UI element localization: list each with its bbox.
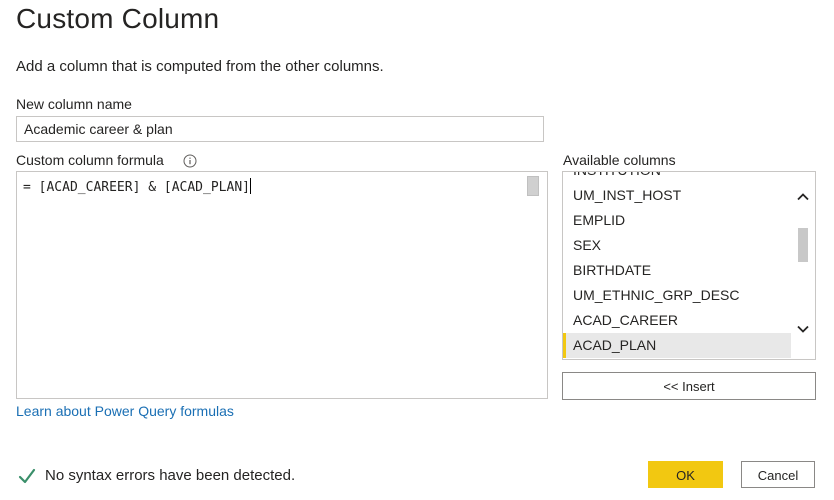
formula-editor[interactable]: = [ACAD_CAREER] & [ACAD_PLAN]	[16, 171, 548, 399]
dialog-description: Add a column that is computed from the o…	[16, 58, 384, 75]
column-list-item[interactable]: INSTITUTION	[563, 172, 791, 183]
learn-power-query-link[interactable]: Learn about Power Query formulas	[16, 403, 234, 419]
available-columns-list[interactable]: INSTITUTIONUM_INST_HOSTEMPLIDSEXBIRTHDAT…	[562, 171, 816, 360]
column-list-item[interactable]: ACAD_PLAN	[563, 333, 791, 358]
available-columns-label: Available columns	[563, 152, 676, 168]
insert-button[interactable]: << Insert	[562, 372, 816, 400]
chevron-down-icon[interactable]	[796, 322, 810, 336]
formula-text[interactable]: = [ACAD_CAREER] & [ACAD_PLAN]	[23, 178, 251, 195]
columns-listbox[interactable]: INSTITUTIONUM_INST_HOSTEMPLIDSEXBIRTHDAT…	[563, 172, 791, 358]
formula-value: = [ACAD_CAREER] & [ACAD_PLAN]	[23, 180, 250, 195]
column-list-item[interactable]: SEX	[563, 233, 791, 258]
cancel-button[interactable]: Cancel	[741, 461, 815, 488]
column-list-item[interactable]: UM_INST_HOST	[563, 183, 791, 208]
checkmark-icon	[18, 468, 36, 484]
columns-scrollbar[interactable]	[791, 172, 815, 359]
syntax-status-text: No syntax errors have been detected.	[45, 467, 296, 484]
text-caret	[249, 178, 251, 194]
column-list-item[interactable]: BIRTHDATE	[563, 258, 791, 283]
columns-scrollbar-thumb[interactable]	[798, 228, 808, 262]
ok-button[interactable]: OK	[648, 461, 723, 488]
dialog-title: Custom Column	[16, 3, 220, 34]
formula-label: Custom column formula	[16, 152, 164, 168]
chevron-up-icon[interactable]	[796, 190, 810, 204]
column-list-item[interactable]: ACAD_CAREER	[563, 308, 791, 333]
column-list-item[interactable]: UM_ETHNIC_GRP_DESC	[563, 283, 791, 308]
new-column-name-label: New column name	[16, 96, 132, 112]
editor-scrollbar-thumb[interactable]	[527, 176, 539, 196]
info-circle-icon[interactable]	[183, 154, 197, 168]
new-column-name-input[interactable]	[16, 116, 544, 142]
column-list-item[interactable]: EMPLID	[563, 208, 791, 233]
